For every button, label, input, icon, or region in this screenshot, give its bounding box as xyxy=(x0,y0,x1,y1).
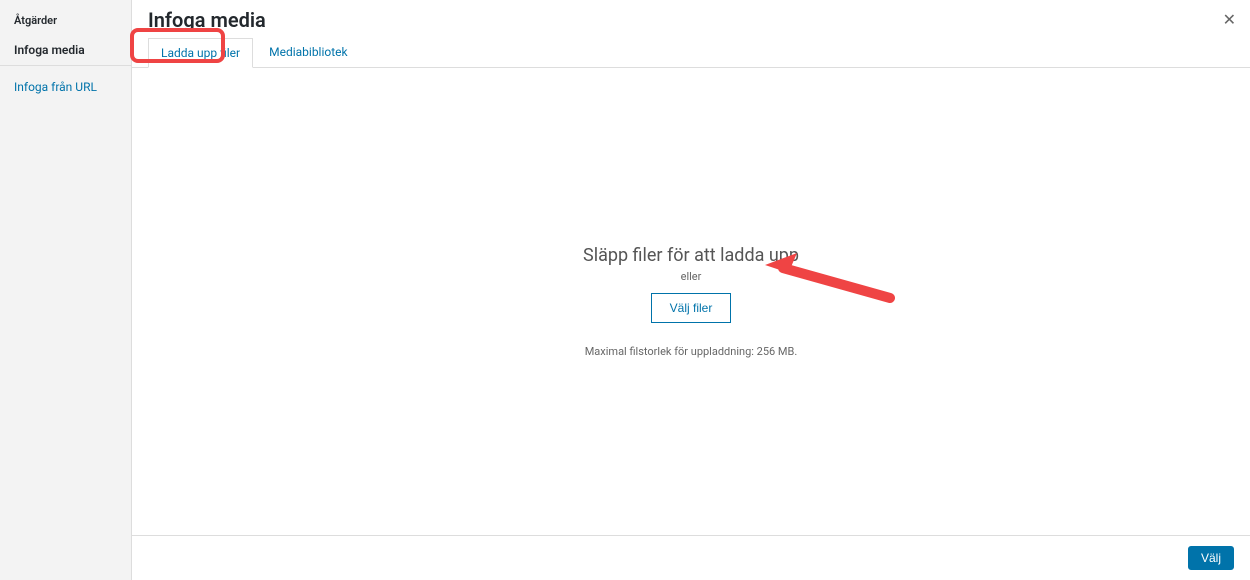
close-button[interactable]: ✕ xyxy=(1219,8,1240,32)
select-files-button[interactable]: Välj filer xyxy=(651,293,732,323)
main-panel: ✕ Infoga media Ladda upp filer Mediabibl… xyxy=(132,0,1250,580)
tab-label: Ladda upp filer xyxy=(161,46,240,60)
main-header: Infoga media xyxy=(132,0,1250,38)
upload-dropzone[interactable]: Släpp filer för att ladda upp eller Välj… xyxy=(132,68,1250,535)
max-filesize-text: Maximal filstorlek för uppladdning: 256 … xyxy=(585,345,798,358)
drop-subtitle: eller xyxy=(681,270,702,283)
tab-media-library[interactable]: Mediabibliotek xyxy=(257,38,360,67)
close-icon: ✕ xyxy=(1223,10,1236,29)
footer: Välj xyxy=(132,535,1250,580)
page-title: Infoga media xyxy=(148,8,1234,38)
choose-button[interactable]: Välj xyxy=(1188,546,1234,570)
sidebar-item-label: Infoga media xyxy=(14,43,85,57)
sidebar: Åtgärder Infoga media Infoga från URL xyxy=(0,0,132,580)
sidebar-heading: Åtgärder xyxy=(0,10,131,35)
sidebar-item-insert-media[interactable]: Infoga media xyxy=(0,35,131,66)
tab-upload-files[interactable]: Ladda upp filer xyxy=(148,38,253,68)
drop-title: Släpp filer för att ladda upp xyxy=(583,245,799,266)
sidebar-item-label: Infoga från URL xyxy=(14,80,97,94)
sidebar-item-insert-from-url[interactable]: Infoga från URL xyxy=(0,66,131,102)
tabs: Ladda upp filer Mediabibliotek xyxy=(132,38,1250,68)
tab-label: Mediabibliotek xyxy=(269,45,348,59)
